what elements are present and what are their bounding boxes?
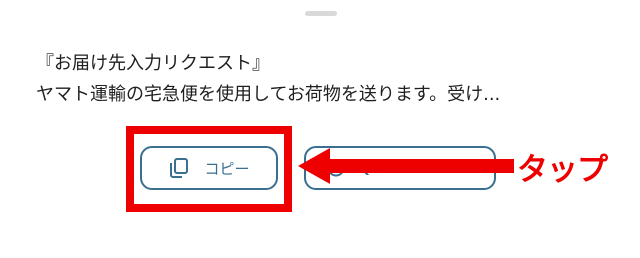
share-sheet: 『お届け先入力リクエスト』 ヤマト運輸の宅急便を使用してお荷物を送ります。受け.…	[0, 0, 640, 258]
share-body-text: ヤマト運輸の宅急便を使用してお荷物を送ります。受け...	[36, 84, 501, 105]
share-title: 『お届け先入力リクエスト』	[36, 53, 270, 74]
drag-handle[interactable]	[305, 11, 337, 16]
callout-text: タップ	[517, 152, 608, 188]
left-arrow-icon	[298, 148, 514, 184]
highlight-box	[126, 126, 292, 212]
